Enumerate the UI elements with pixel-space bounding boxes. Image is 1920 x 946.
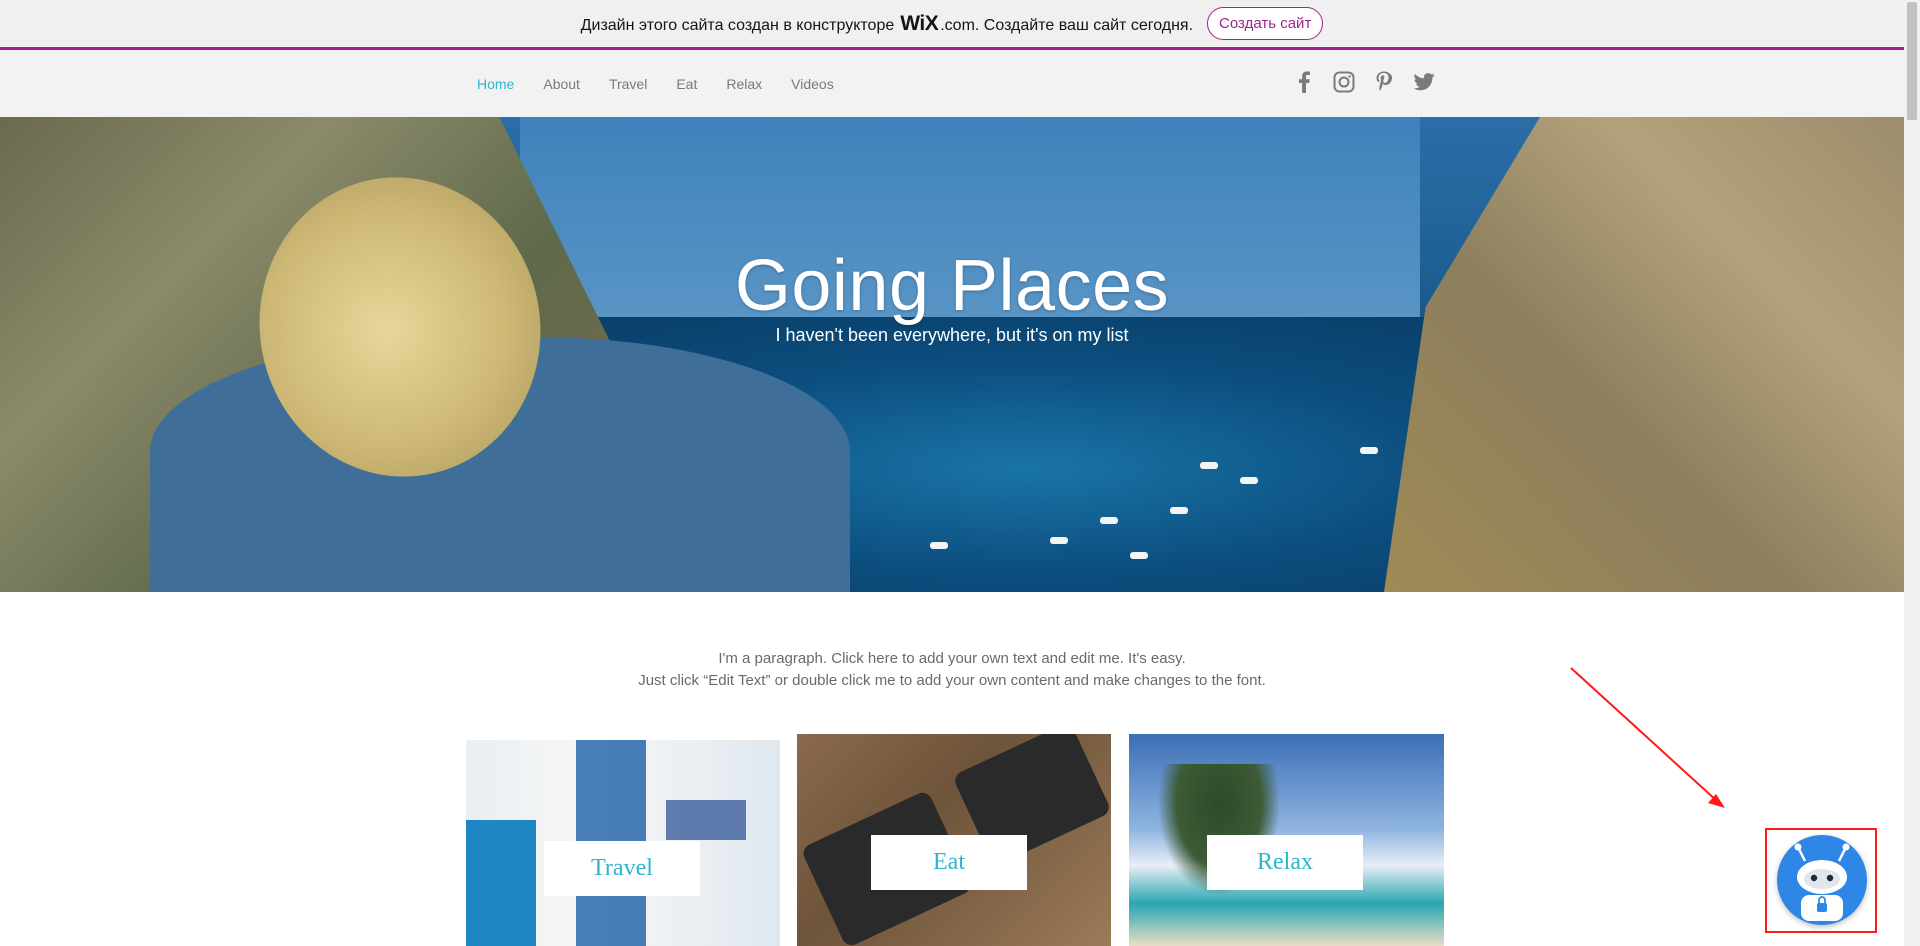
card-eat-label[interactable]: Eat	[871, 835, 1027, 890]
boat	[1240, 477, 1258, 484]
intro-paragraph-line2: Just click “Edit Text” or double click m…	[638, 672, 1266, 689]
site-header: Home About Travel Eat Relax Videos	[0, 50, 1904, 117]
boat	[1050, 537, 1068, 544]
twitter-icon[interactable]	[1412, 70, 1436, 94]
wix-logo: WiX	[900, 11, 939, 35]
main-nav: Home About Travel Eat Relax Videos	[477, 50, 863, 117]
nav-item-eat[interactable]: Eat	[676, 76, 697, 92]
boat	[1360, 447, 1378, 454]
card-relax[interactable]: Relax	[1129, 734, 1444, 946]
hero-person	[150, 147, 850, 592]
social-bar	[1292, 70, 1436, 94]
hero-cliff-right	[1384, 117, 1904, 592]
boat	[1130, 552, 1148, 559]
chatbot-button[interactable]	[1777, 835, 1867, 925]
card-travel-door	[466, 820, 536, 946]
hero-subtitle: I haven't been everywhere, but it's on m…	[775, 325, 1129, 345]
card-relax-label[interactable]: Relax	[1207, 835, 1363, 890]
nav-item-relax[interactable]: Relax	[726, 76, 762, 92]
robot-icon	[1794, 843, 1850, 921]
nav-item-videos[interactable]: Videos	[791, 76, 834, 92]
nav-item-about[interactable]: About	[543, 76, 580, 92]
boat	[1100, 517, 1118, 524]
nav-item-home[interactable]: Home	[477, 76, 514, 92]
intro-paragraph-line1: I'm a paragraph. Click here to add your …	[718, 650, 1186, 667]
boat	[1200, 462, 1218, 469]
card-eat[interactable]: Eat	[797, 734, 1111, 946]
boat	[1170, 507, 1188, 514]
boat	[930, 542, 948, 549]
facebook-icon[interactable]	[1292, 70, 1316, 94]
instagram-icon[interactable]	[1332, 70, 1356, 94]
page-scrollbar[interactable]	[1904, 0, 1920, 946]
promo-text-before: Дизайн этого сайта создан в конструкторе	[580, 16, 895, 34]
intro-paragraph[interactable]: I'm a paragraph. Click here to add your …	[0, 648, 1904, 692]
card-travel[interactable]: Travel	[466, 740, 780, 946]
create-site-button[interactable]: Создать сайт	[1207, 7, 1324, 40]
pinterest-icon[interactable]	[1372, 70, 1396, 94]
promo-text-after: .com. Создайте ваш сайт сегодня.	[940, 16, 1194, 34]
hero-banner: Going Places I haven't been everywhere, …	[0, 117, 1904, 592]
promo-text: Дизайн этого сайта создан в конструкторе…	[581, 12, 1193, 36]
wix-promo-bar: Дизайн этого сайта создан в конструкторе…	[0, 0, 1904, 50]
card-travel-label[interactable]: Travel	[544, 841, 700, 896]
scrollbar-thumb[interactable]	[1907, 2, 1917, 120]
nav-item-travel[interactable]: Travel	[609, 76, 647, 92]
card-travel-balcony	[666, 800, 746, 840]
hero-title: Going Places	[734, 246, 1170, 326]
